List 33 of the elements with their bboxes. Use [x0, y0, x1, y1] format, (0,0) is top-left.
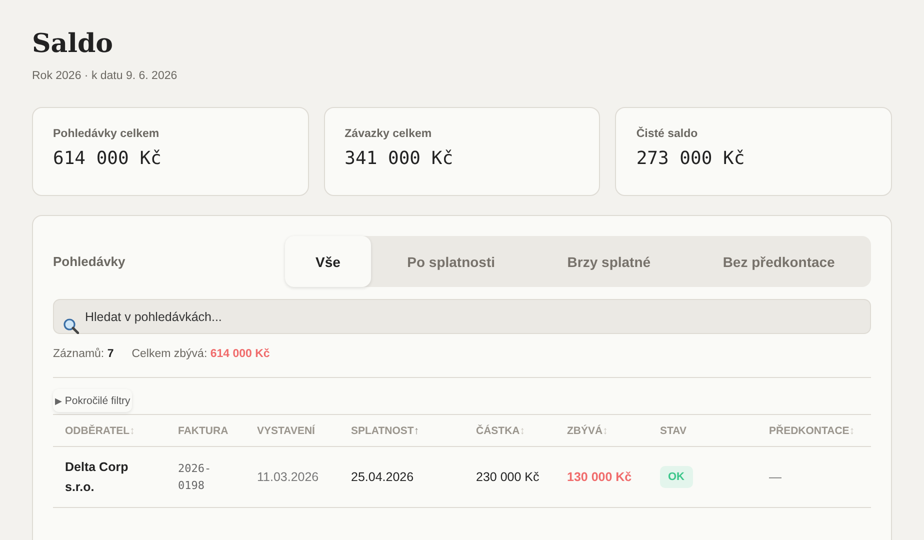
table-cell-text: —: [768, 469, 782, 486]
column-header[interactable]: PŘEDKONTACE↕: [757, 424, 871, 436]
column-header[interactable]: ČÁSTKA↕: [464, 424, 555, 436]
card-value: 273 000 Kč: [636, 148, 745, 169]
card-label: Čisté saldo: [636, 128, 698, 140]
column-header: FAKTURA: [177, 424, 230, 436]
filter-tab[interactable]: Po splatnosti: [371, 236, 532, 287]
filter-tab[interactable]: Brzy splatné: [531, 236, 687, 287]
stat-text: Záznamů: 7: [53, 348, 114, 360]
page-title: Saldo: [32, 28, 114, 60]
table-cell-text: 2026-0198: [177, 461, 212, 494]
column-header[interactable]: ODBĚRATEL↕: [53, 424, 166, 436]
table-cell-text: 11.03.2026: [256, 469, 320, 486]
table-cell-text: Delta Corp s.r.o.: [64, 459, 130, 496]
stat-text: Celkem zbývá: 614 000 Kč: [132, 348, 270, 360]
column-header: STAV: [659, 424, 688, 436]
column-header: VYSTAVENÍ: [256, 424, 316, 436]
table-cell-text: 25.04.2026: [350, 469, 415, 486]
status-badge: OK: [660, 466, 692, 488]
card-value: 341 000 Kč: [344, 148, 454, 169]
table-cell-text: 130 000 Kč: [566, 469, 633, 486]
filter-tab[interactable]: Vše: [285, 236, 371, 287]
card-value: 614 000 Kč: [53, 148, 162, 169]
table-cell-text: 230 000 Kč: [475, 469, 540, 486]
page-subtitle: Rok 2026 · k datu 9. 6. 2026: [32, 70, 178, 82]
card-label: Pohledávky celkem: [53, 128, 160, 140]
card-label: Závazky celkem: [344, 128, 432, 140]
filter-tab[interactable]: Bez předkontace: [686, 236, 871, 287]
search-field[interactable]: Hledat v pohledávkách...: [53, 299, 871, 334]
column-header[interactable]: ZBÝVÁ↕: [555, 424, 648, 436]
column-header[interactable]: SPLATNOST↑: [339, 424, 464, 436]
advanced-filters-toggle[interactable]: ▶ Pokročilé filtry: [53, 389, 132, 412]
panel-title: Pohledávky: [53, 254, 126, 269]
